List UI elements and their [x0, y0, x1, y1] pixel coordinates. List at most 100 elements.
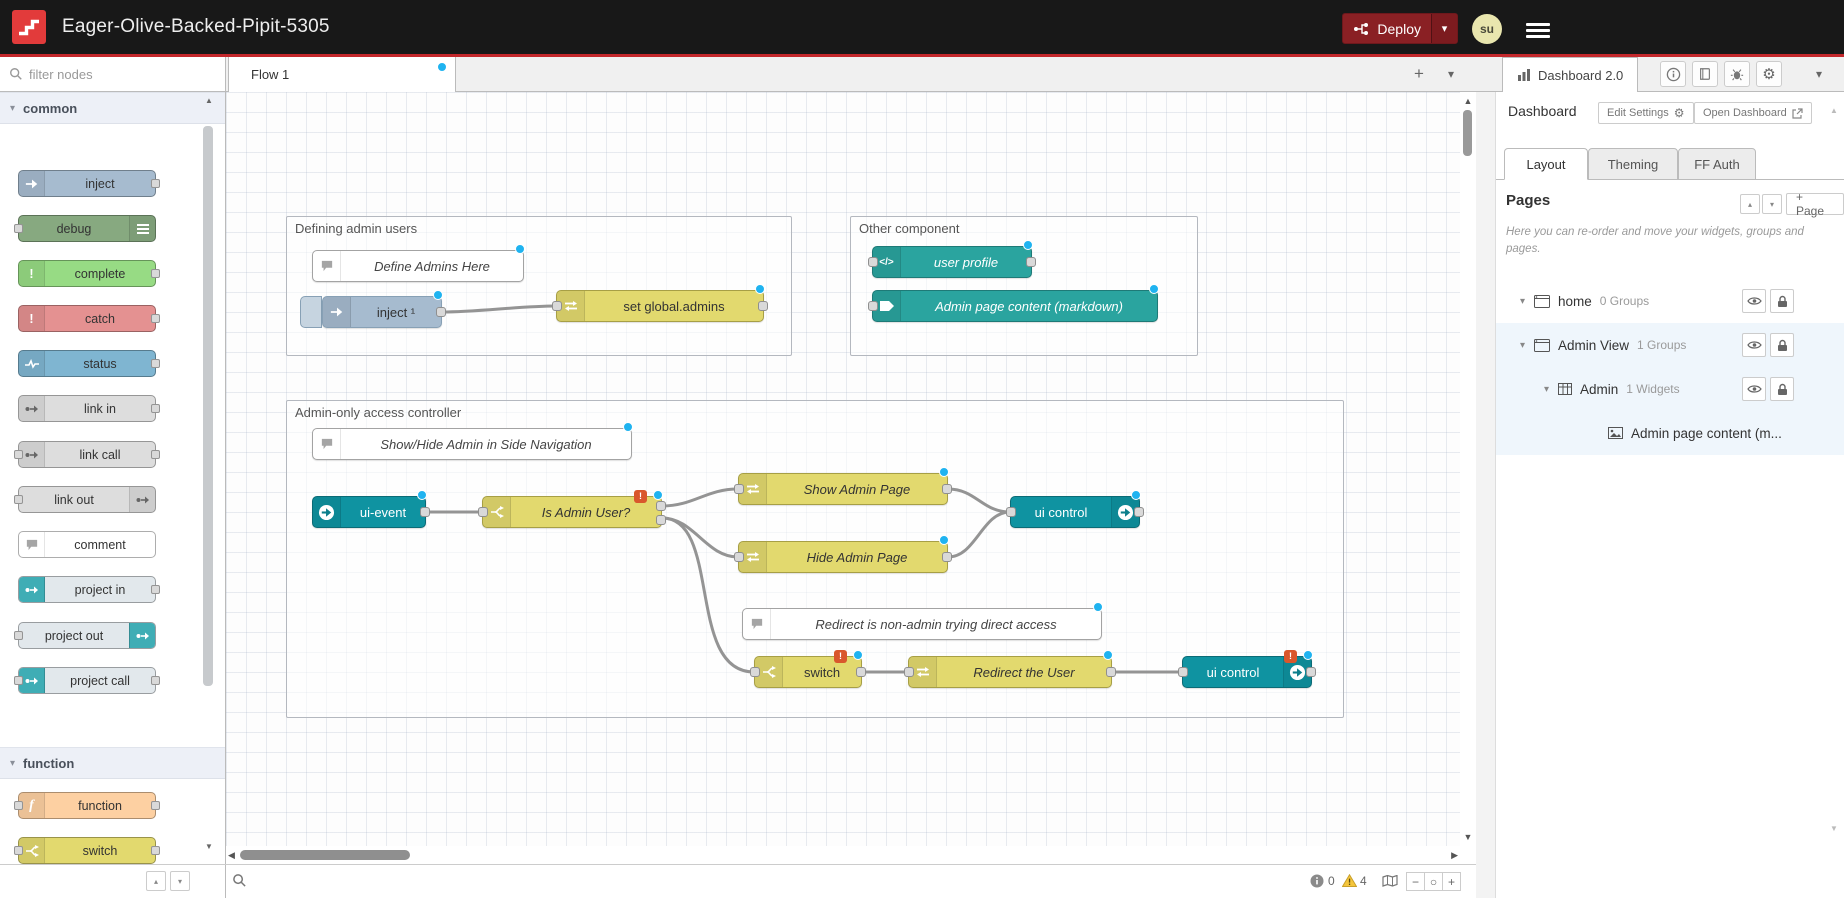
node-comment-redirect[interactable]: Redirect is non-admin trying direct acce…: [742, 608, 1102, 640]
palette-node-debug[interactable]: debug: [18, 215, 156, 242]
sidebar-menu-caret[interactable]: ▾: [1806, 61, 1832, 87]
lock-button[interactable]: [1770, 333, 1794, 357]
flow-tab[interactable]: Flow 1: [228, 57, 456, 92]
node-ui-event[interactable]: ui-event: [312, 496, 426, 528]
port-in[interactable]: [1006, 507, 1016, 517]
error-count-icon[interactable]: [1310, 874, 1324, 888]
tab-ff-auth[interactable]: FF Auth: [1678, 148, 1756, 180]
port-out[interactable]: [436, 307, 446, 317]
port-out[interactable]: [758, 301, 768, 311]
deploy-options-caret[interactable]: ▾: [1431, 14, 1457, 43]
visibility-button[interactable]: [1742, 377, 1766, 401]
collapse-categories-button[interactable]: ▴: [146, 871, 166, 891]
tree-row-admin-group[interactable]: ▾ Admin 1 Widgets: [1496, 367, 1844, 411]
toggle-navigator-button[interactable]: [1382, 875, 1398, 887]
port-out[interactable]: [1026, 257, 1036, 267]
edit-settings-button[interactable]: Edit Settings ⚙: [1598, 102, 1694, 124]
flow-list-caret[interactable]: ▾: [1436, 57, 1466, 91]
add-flow-button[interactable]: +: [1404, 57, 1434, 91]
sidebar-scroll-up[interactable]: ▲: [1830, 106, 1838, 115]
palette-node-project-in[interactable]: project in: [18, 576, 156, 603]
canvas-vertical-scrollbar[interactable]: ▲ ▼: [1460, 92, 1476, 846]
port-out-1[interactable]: [656, 501, 666, 511]
sidebar-splitter[interactable]: [1476, 92, 1496, 898]
tree-row-home[interactable]: ▾ home 0 Groups: [1496, 279, 1844, 323]
lock-button[interactable]: [1770, 377, 1794, 401]
move-page-up-button[interactable]: ▴: [1740, 194, 1760, 214]
palette-node-comment[interactable]: comment: [18, 531, 156, 558]
node-is-admin-user[interactable]: Is Admin User? !: [482, 496, 662, 528]
port-in[interactable]: [1178, 667, 1188, 677]
visibility-button[interactable]: [1742, 333, 1766, 357]
flow-canvas[interactable]: Defining admin users Other component Adm…: [226, 92, 1460, 846]
node-switch[interactable]: switch !: [754, 656, 862, 688]
port-in[interactable]: [478, 507, 488, 517]
palette-node-link-out[interactable]: link out: [18, 486, 156, 513]
tree-row-admin-page-content[interactable]: Admin page content (m...: [1496, 411, 1844, 455]
port-out[interactable]: [942, 484, 952, 494]
info-sidebar-button[interactable]: [1660, 61, 1686, 87]
search-flows-button[interactable]: [232, 873, 247, 888]
port-out[interactable]: [1106, 667, 1116, 677]
tree-row-admin-view[interactable]: ▾ Admin View 1 Groups: [1496, 323, 1844, 367]
open-dashboard-button[interactable]: Open Dashboard: [1694, 102, 1812, 124]
palette-scroll-down[interactable]: ▼: [203, 842, 215, 851]
scroll-right-arrow[interactable]: ▶: [1451, 850, 1458, 861]
move-page-down-button[interactable]: ▾: [1762, 194, 1782, 214]
node-comment-show-hide-admin[interactable]: Show/Hide Admin in Side Navigation: [312, 428, 632, 460]
tab-layout[interactable]: Layout: [1504, 148, 1588, 180]
help-sidebar-button[interactable]: [1692, 61, 1718, 87]
lock-button[interactable]: [1770, 289, 1794, 313]
zoom-reset-button[interactable]: ○: [1424, 872, 1443, 891]
port-out[interactable]: [1306, 667, 1316, 677]
canvas-horizontal-scrollbar[interactable]: ◀ ▶: [226, 846, 1460, 864]
palette-node-switch[interactable]: switch: [18, 837, 156, 864]
port-out-2[interactable]: [656, 515, 666, 525]
debug-sidebar-button[interactable]: [1724, 61, 1750, 87]
palette-scrollbar[interactable]: [203, 126, 213, 686]
node-hide-admin-page[interactable]: Hide Admin Page: [738, 541, 948, 573]
palette-filter-input[interactable]: [29, 67, 189, 82]
palette-node-status[interactable]: status: [18, 350, 156, 377]
config-sidebar-button[interactable]: ⚙: [1756, 61, 1782, 87]
visibility-button[interactable]: [1742, 289, 1766, 313]
port-out[interactable]: [856, 667, 866, 677]
palette-scroll-up[interactable]: ▲: [203, 96, 215, 105]
palette-category-common[interactable]: ▾ common: [0, 92, 225, 124]
node-ui-control-2[interactable]: ui control !: [1182, 656, 1312, 688]
warning-count-icon[interactable]: [1342, 874, 1357, 887]
node-redirect-the-user[interactable]: Redirect the User: [908, 656, 1112, 688]
chevron-down-icon[interactable]: ▾: [1520, 340, 1534, 351]
main-menu-button[interactable]: [1526, 20, 1552, 41]
tab-dashboard-2[interactable]: Dashboard 2.0: [1502, 57, 1638, 92]
node-show-admin-page[interactable]: Show Admin Page: [738, 473, 948, 505]
palette-node-link-call[interactable]: link call: [18, 441, 156, 468]
port-in[interactable]: [750, 667, 760, 677]
port-out[interactable]: [420, 507, 430, 517]
scroll-left-arrow[interactable]: ◀: [228, 850, 235, 861]
sidebar-scroll-down[interactable]: ▼: [1830, 824, 1838, 833]
expand-categories-button[interactable]: ▾: [170, 871, 190, 891]
node-set-global-admins[interactable]: set global.admins: [556, 290, 764, 322]
deploy-button[interactable]: Deploy ▾: [1342, 13, 1458, 44]
vertical-scroll-thumb[interactable]: [1463, 110, 1472, 156]
port-out[interactable]: [1134, 507, 1144, 517]
chevron-down-icon[interactable]: ▾: [1544, 384, 1558, 395]
port-out[interactable]: [942, 552, 952, 562]
palette-node-link-in[interactable]: link in: [18, 395, 156, 422]
palette-node-catch[interactable]: ! catch: [18, 305, 156, 332]
port-in[interactable]: [734, 552, 744, 562]
palette-node-function[interactable]: f function: [18, 792, 156, 819]
scroll-up-arrow[interactable]: ▲: [1460, 96, 1476, 106]
palette-node-complete[interactable]: ! complete: [18, 260, 156, 287]
palette-node-project-out[interactable]: project out: [18, 622, 156, 649]
port-in[interactable]: [904, 667, 914, 677]
node-inject[interactable]: inject ¹: [322, 296, 442, 328]
node-ui-control-1[interactable]: ui control: [1010, 496, 1140, 528]
port-in[interactable]: [734, 484, 744, 494]
port-in[interactable]: [868, 301, 878, 311]
add-page-button[interactable]: + Page: [1786, 193, 1844, 215]
tab-theming[interactable]: Theming: [1588, 148, 1678, 180]
user-avatar[interactable]: su: [1472, 14, 1502, 44]
port-in[interactable]: [552, 301, 562, 311]
